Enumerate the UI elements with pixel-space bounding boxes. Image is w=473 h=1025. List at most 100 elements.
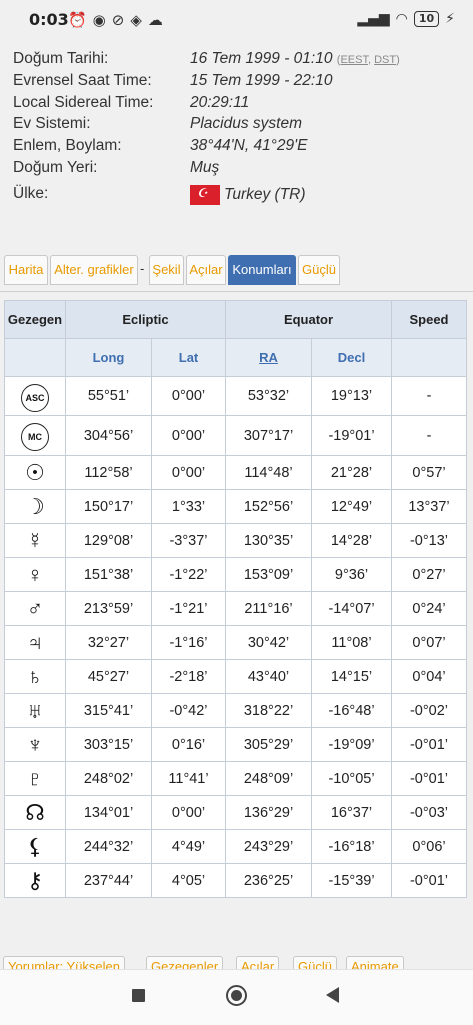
cell-speed: 13°37’ xyxy=(391,489,467,524)
navigation-bar xyxy=(0,969,473,1025)
info-row-sidereal-time: Local Sidereal Time: 20:29:11 xyxy=(13,93,250,111)
cell-speed: -0°03’ xyxy=(391,795,467,830)
cell-long: 45°27’ xyxy=(65,659,152,694)
cell-lat: -0°42’ xyxy=(151,693,226,728)
cell-decl: -19°09’ xyxy=(311,727,392,762)
tab-guclu[interactable]: Güçlü xyxy=(298,255,340,285)
cell-decl: 14°28’ xyxy=(311,523,392,558)
cell-speed: - xyxy=(391,376,467,416)
chiron-icon: ⚷ xyxy=(26,867,44,893)
button-acilar[interactable]: Açılar xyxy=(236,956,280,970)
tab-separator: - xyxy=(140,261,145,276)
info-row-birth-date: Doğum Tarihi: 16 Tem 1999 - 01:10 (EEST,… xyxy=(13,50,400,67)
lilith-icon: ⚸ xyxy=(26,833,44,859)
cell-long: 244°32’ xyxy=(65,829,152,864)
cell-decl: 11°08’ xyxy=(311,625,392,660)
tab-sekil[interactable]: Şekil xyxy=(149,255,184,285)
table-row: ♃ 32°27’ -1°16’ 30°42’ 11°08’ 0°07’ xyxy=(4,625,467,660)
tab-konumlari[interactable]: Konumları xyxy=(228,255,296,285)
cell-long: 315°41’ xyxy=(65,693,152,728)
cell-speed: -0°01’ xyxy=(391,761,467,796)
button-gezegenler[interactable]: Gezegenler xyxy=(146,956,224,970)
cell-decl: 9°36’ xyxy=(311,557,392,592)
header-equator: Equator xyxy=(225,300,392,339)
tz-link-dst[interactable]: DST xyxy=(374,54,396,66)
table-row: ♄ 45°27’ -2°18’ 43°40’ 14°15’ 0°04’ xyxy=(4,659,467,694)
cell-ra: 43°40’ xyxy=(225,659,312,694)
tab-acilar[interactable]: Açılar xyxy=(186,255,226,285)
table-row: ♅ 315°41’ -0°42’ 318°22’ -16°48’ -0°02’ xyxy=(4,693,467,728)
cell-lat: 0°00’ xyxy=(151,376,226,416)
subheader-ra[interactable]: RA xyxy=(225,338,312,377)
mars-icon: ♂ xyxy=(26,595,44,621)
cell-ra: 243°29’ xyxy=(225,829,312,864)
subheader-long: Long xyxy=(65,338,152,377)
cell-long: 213°59’ xyxy=(65,591,152,626)
cell-long: 129°08’ xyxy=(65,523,152,558)
cell-lat: -1°22’ xyxy=(151,557,226,592)
header-speed: Speed xyxy=(391,300,467,339)
back-icon[interactable] xyxy=(326,987,339,1003)
cell-long: 237°44’ xyxy=(65,863,152,898)
tab-harita[interactable]: Harita xyxy=(4,255,48,285)
cell-ra: 152°56’ xyxy=(225,489,312,524)
cell-ra: 136°29’ xyxy=(225,795,312,830)
tab-alter-grafikler[interactable]: Alter. grafikler xyxy=(50,255,138,285)
table-row: ⚷ 237°44’ 4°05’ 236°25’ -15°39’ -0°01’ xyxy=(4,863,467,898)
cell-lat: 0°16’ xyxy=(151,727,226,762)
cell-decl: -14°07’ xyxy=(311,591,392,626)
turkey-flag-icon: ☪ xyxy=(190,184,220,205)
table-subheader-row: Long Lat RA Decl xyxy=(4,338,467,377)
home-icon[interactable] xyxy=(226,985,247,1006)
cell-speed: 0°24’ xyxy=(391,591,467,626)
subheader-lat: Lat xyxy=(151,338,226,377)
ra-link[interactable]: RA xyxy=(259,350,278,365)
cell-speed: 0°04’ xyxy=(391,659,467,694)
cell-long: 134°01’ xyxy=(65,795,152,830)
cell-ra: 114°48’ xyxy=(225,455,312,490)
button-guclu[interactable]: Güçlü xyxy=(293,956,337,970)
midheaven-icon: MC xyxy=(21,423,49,451)
cell-lat: 0°00’ xyxy=(151,415,226,456)
moon-icon: ☽ xyxy=(25,493,45,519)
info-row-country: Ülke: ☪ Turkey (TR) xyxy=(13,184,306,205)
cell-lat: -1°16’ xyxy=(151,625,226,660)
status-bar: 0:03 ⏰◉⊘◈☁ ▂▄▆ ◠ 10 ⚡ xyxy=(0,0,473,40)
cell-ra: 211°16’ xyxy=(225,591,312,626)
cell-ra: 236°25’ xyxy=(225,863,312,898)
tz-link-eest[interactable]: EEST xyxy=(340,54,368,66)
cell-decl: -16°48’ xyxy=(311,693,392,728)
cell-decl: 16°37’ xyxy=(311,795,392,830)
cell-ra: 53°32’ xyxy=(225,376,312,416)
info-row-universal-time: Evrensel Saat Time: 15 Tem 1999 - 22:10 xyxy=(13,71,333,89)
table-row: ⚸ 244°32’ 4°49’ 243°29’ -16°18’ 0°06’ xyxy=(4,829,467,864)
button-yorumlar-yukselen[interactable]: Yorumlar: Yükselen xyxy=(3,956,126,970)
cell-ra: 318°22’ xyxy=(225,693,312,728)
cell-decl: 19°13’ xyxy=(311,376,392,416)
info-row-birth-place: Doğum Yeri: Muş xyxy=(13,158,220,176)
cell-ra: 130°35’ xyxy=(225,523,312,558)
cell-long: 303°15’ xyxy=(65,727,152,762)
uranus-icon: ♅ xyxy=(26,697,44,723)
cell-long: 32°27’ xyxy=(65,625,152,660)
cell-lat: -2°18’ xyxy=(151,659,226,694)
table-row: ♀ 151°38’ -1°22’ 153°09’ 9°36’ 0°27’ xyxy=(4,557,467,592)
cell-decl: 12°49’ xyxy=(311,489,392,524)
notification-icons: ⏰◉⊘◈☁ xyxy=(68,11,169,29)
mercury-icon: ☿ xyxy=(26,527,44,553)
recents-icon[interactable] xyxy=(132,989,145,1002)
birth-info: Doğum Tarihi: 16 Tem 1999 - 01:10 (EEST,… xyxy=(13,50,453,207)
cell-ra: 153°09’ xyxy=(225,557,312,592)
cell-lat: 1°33’ xyxy=(151,489,226,524)
button-animate[interactable]: Animate xyxy=(346,956,404,970)
info-row-coordinates: Enlem, Boylam: 38°44'N, 41°29'E xyxy=(13,137,308,155)
table-row: ☽ 150°17’ 1°33’ 152°56’ 12°49’ 13°37’ xyxy=(4,489,467,524)
cell-long: 150°17’ xyxy=(65,489,152,524)
ascendant-icon: ASC xyxy=(21,383,49,412)
cell-lat: 11°41’ xyxy=(151,761,226,796)
subheader-decl: Decl xyxy=(311,338,392,377)
cell-decl: 14°15’ xyxy=(311,659,392,694)
venus-icon: ♀ xyxy=(26,561,44,587)
cell-lat: -3°37’ xyxy=(151,523,226,558)
cell-lat: 0°00’ xyxy=(151,455,226,490)
